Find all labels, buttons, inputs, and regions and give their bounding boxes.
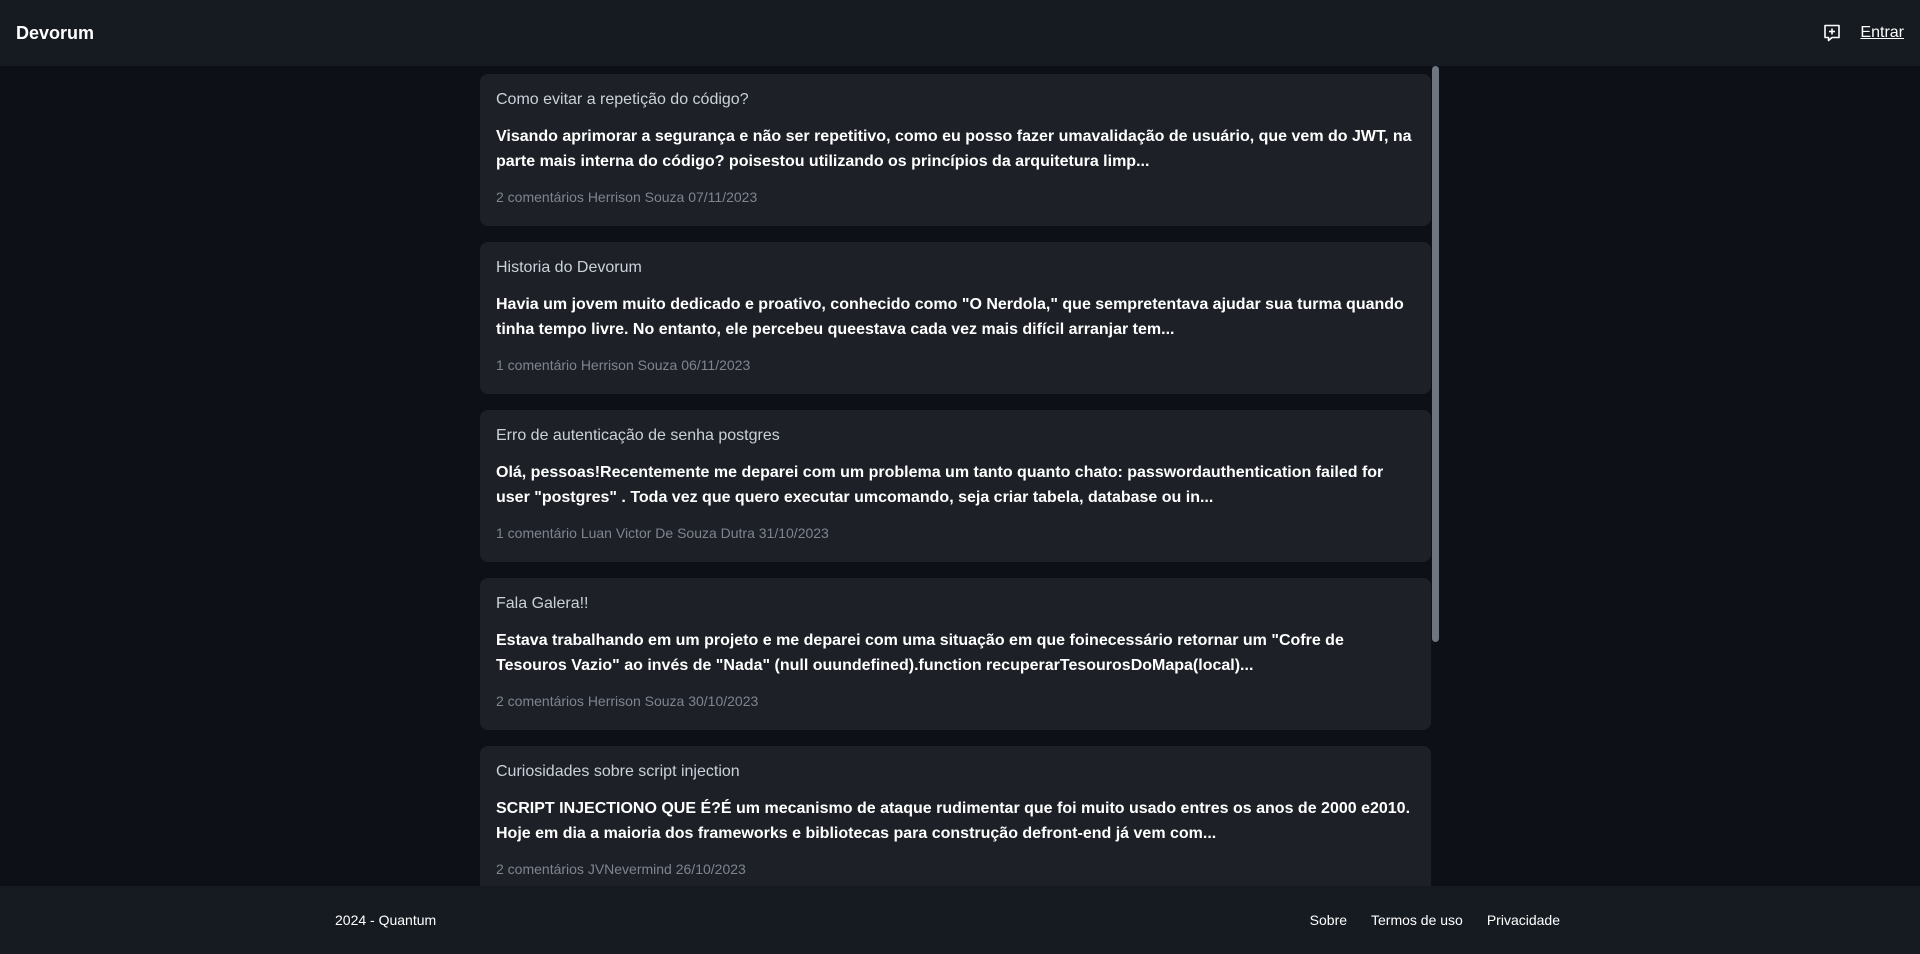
post-excerpt: SCRIPT INJECTIONO QUE É?É um mecanismo d…	[496, 800, 1411, 842]
footer: 2024 - Quantum Sobre Termos de uso Priva…	[0, 886, 1920, 954]
copyright-text: 2024 - Quantum	[335, 912, 437, 928]
chat-plus-icon[interactable]	[1822, 23, 1842, 43]
footer-link-privacy[interactable]: Privacidade	[1487, 912, 1560, 928]
post-title[interactable]: Historia do Devorum	[496, 258, 1415, 278]
post-card[interactable]: Erro de autenticação de senha postgres O…	[480, 410, 1431, 562]
post-card[interactable]: Como evitar a repetição do código? Visan…	[480, 74, 1431, 226]
post-card[interactable]: Fala Galera!! Estava trabalhando em um p…	[480, 578, 1431, 730]
top-nav: Devorum Entrar	[0, 0, 1920, 66]
post-card[interactable]: Curiosidades sobre script injection SCRI…	[480, 746, 1431, 886]
post-feed: Como evitar a repetição do código? Visan…	[480, 74, 1431, 886]
post-title[interactable]: Erro de autenticação de senha postgres	[496, 426, 1415, 446]
footer-link-terms[interactable]: Termos de uso	[1371, 912, 1463, 928]
footer-link-about[interactable]: Sobre	[1310, 912, 1347, 928]
post-title[interactable]: Fala Galera!!	[496, 594, 1415, 614]
scrollbar-thumb[interactable]	[1432, 66, 1439, 642]
post-meta: 1 comentário Luan Victor De Souza Dutra …	[496, 525, 829, 541]
post-excerpt: Visando aprimorar a segurança e não ser …	[496, 128, 1412, 170]
post-meta: 2 comentários Herrison Souza 07/11/2023	[496, 189, 758, 205]
post-meta: 1 comentário Herrison Souza 06/11/2023	[496, 357, 751, 373]
post-excerpt: Olá, pessoas!Recentemente me deparei com…	[496, 464, 1384, 506]
post-excerpt: Havia um jovem muito dedicado e proativo…	[496, 296, 1404, 338]
footer-links: Sobre Termos de uso Privacidade	[1310, 912, 1560, 928]
post-title[interactable]: Curiosidades sobre script injection	[496, 762, 1415, 782]
login-link[interactable]: Entrar	[1860, 24, 1904, 42]
post-title[interactable]: Como evitar a repetição do código?	[496, 90, 1415, 110]
post-meta: 2 comentários Herrison Souza 30/10/2023	[496, 693, 759, 709]
brand-logo[interactable]: Devorum	[16, 23, 94, 44]
header-actions: Entrar	[1822, 23, 1904, 43]
post-card[interactable]: Historia do Devorum Havia um jovem muito…	[480, 242, 1431, 394]
post-excerpt: Estava trabalhando em um projeto e me de…	[496, 632, 1344, 674]
posts-area[interactable]: Como evitar a repetição do código? Visan…	[0, 66, 1920, 886]
post-meta: 2 comentários JVNevermind 26/10/2023	[496, 861, 746, 877]
